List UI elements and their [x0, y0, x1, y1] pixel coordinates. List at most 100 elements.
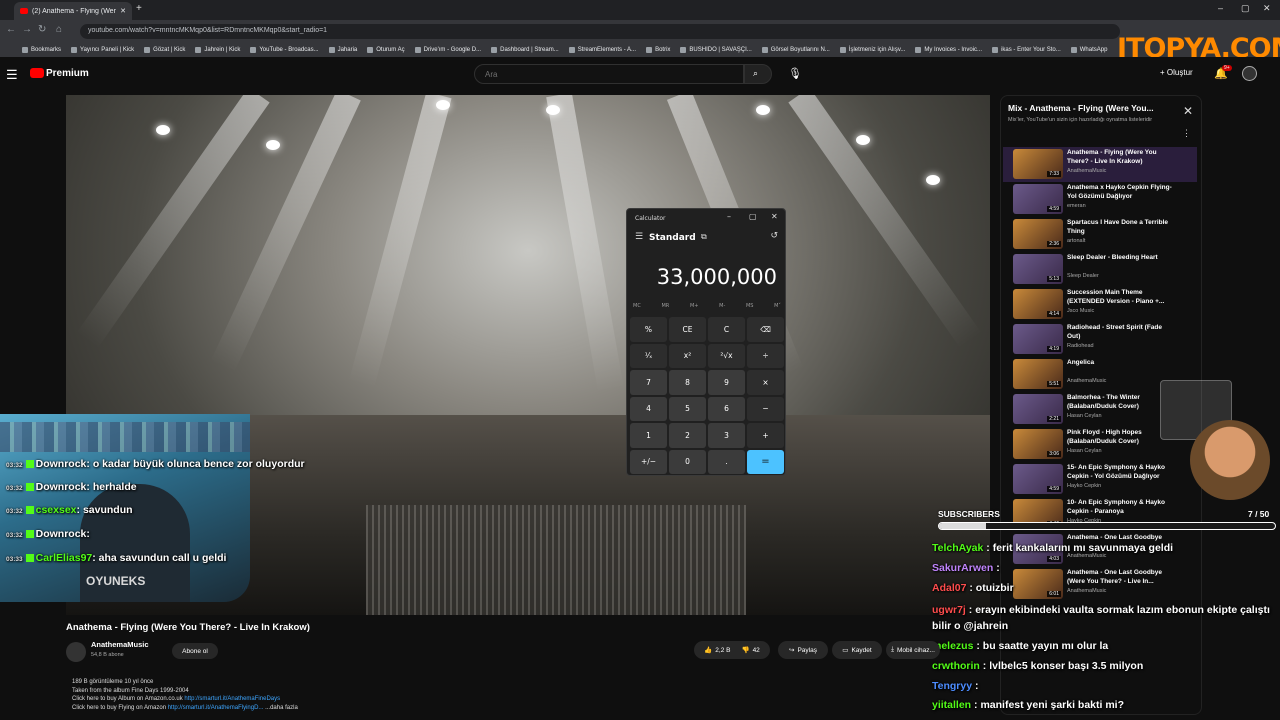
video-thumbnail[interactable]: 3:06 — [1013, 429, 1063, 459]
bookmark-item[interactable]: WhatsApp — [1070, 46, 1107, 53]
save-button[interactable]: ▭ Kaydet — [832, 641, 882, 659]
close-window-icon[interactable]: ✕ — [1263, 3, 1271, 14]
calc-key[interactable]: 8 — [669, 370, 706, 395]
bookmark-item[interactable]: Dashboard | Stream... — [491, 46, 559, 53]
calc-key[interactable]: +/− — [630, 449, 667, 474]
bookmark-item[interactable]: Oturum Aç — [367, 46, 405, 53]
equals-button[interactable]: = — [747, 449, 784, 474]
calculator-window[interactable]: Calculator – ▢ ✕ ☰ Standard ⧉ ↺ 33,000,0… — [626, 208, 786, 476]
memory-button[interactable]: MC — [633, 303, 641, 309]
video-thumbnail[interactable]: 2:36 — [1013, 219, 1063, 249]
flying-link[interactable]: http://smarturl.it/AnathemaFlyingD... — [168, 705, 264, 711]
calc-key[interactable]: % — [630, 317, 667, 342]
like-icon[interactable]: 👍 — [704, 646, 712, 654]
video-thumbnail[interactable]: 5:51 — [1013, 359, 1063, 389]
calc-key[interactable]: 0 — [669, 449, 706, 474]
forward-icon[interactable]: → — [22, 24, 32, 35]
minimize-icon[interactable]: – — [1218, 3, 1223, 13]
memory-button[interactable]: MS — [746, 303, 754, 309]
keep-on-top-icon[interactable]: ⧉ — [701, 232, 707, 242]
subscribe-button[interactable]: Abone ol — [172, 643, 218, 659]
playlist-item[interactable]: 7:33 Anathema - Flying (Were You There? -… — [1003, 147, 1197, 182]
calc-key[interactable]: + — [747, 423, 784, 448]
calc-minimize-icon[interactable]: – — [727, 212, 731, 221]
video-thumbnail[interactable]: 4:59 — [1013, 184, 1063, 214]
calc-key[interactable]: 7 — [630, 370, 667, 395]
memory-button[interactable]: M˅ — [774, 303, 781, 309]
bookmark-item[interactable]: ikas - Enter Your Sto... — [992, 46, 1061, 53]
calc-key[interactable]: x² — [669, 343, 706, 368]
download-button[interactable]: ⤓ Mobil cihaz... — [886, 641, 940, 659]
bookmark-item[interactable]: BUSHIDO | SAVAŞÇI... — [680, 46, 752, 53]
search-input[interactable]: Ara — [474, 64, 744, 84]
bookmark-item[interactable]: My Invoices - Invoic... — [915, 46, 982, 53]
video-thumbnail[interactable]: 5:13 — [1013, 254, 1063, 284]
bookmark-item[interactable]: YouTube - Broadcas... — [250, 46, 319, 53]
playlist-item[interactable]: 5:13 Sleep Dealer - Bleeding Heart Sleep D… — [1003, 252, 1197, 287]
share-button[interactable]: ↪ Paylaş — [778, 641, 828, 659]
bookmark-item[interactable]: Drive'ım - Google D... — [414, 46, 481, 53]
calc-key[interactable]: 3 — [708, 423, 745, 448]
calc-key[interactable]: 2 — [669, 423, 706, 448]
video-description[interactable]: 189 B görüntüleme 10 yıl önce Taken from… — [66, 678, 486, 720]
reload-icon[interactable]: ↻ — [38, 24, 46, 35]
bookmark-item[interactable]: Botrix — [646, 46, 670, 53]
calc-key[interactable]: 1 — [630, 423, 667, 448]
playlist-item[interactable]: 4:59 Anathema x Hayko Cepkin Flying-Yol G… — [1003, 182, 1197, 217]
bookmark-item[interactable]: Jahrein | Kick — [195, 46, 240, 53]
channel-avatar[interactable] — [66, 642, 86, 662]
show-more-link[interactable]: ...daha fazla — [265, 705, 298, 711]
home-icon[interactable]: ⌂ — [56, 24, 62, 35]
album-link[interactable]: http://smarturl.it/AnathemaFineDays — [184, 696, 280, 702]
bookmark-item[interactable]: Görsel Boyutlarını N... — [761, 46, 830, 53]
calc-maximize-icon[interactable]: ▢ — [749, 212, 757, 221]
microphone-icon[interactable]: 🎙 — [788, 67, 802, 80]
video-thumbnail[interactable]: 6:01 — [1013, 569, 1063, 599]
playlist-item[interactable]: 4:14 Succession Main Theme (EXTENDED Vers… — [1003, 287, 1197, 322]
dislike-icon[interactable]: 👎 — [741, 646, 749, 654]
avatar[interactable] — [1242, 66, 1257, 81]
calc-key[interactable]: 6 — [708, 396, 745, 421]
bookmark-item[interactable]: Yayıncı Paneli | Kick — [71, 46, 134, 53]
new-tab-icon[interactable]: + — [136, 3, 142, 14]
search-button[interactable]: ⌕ — [744, 64, 772, 84]
calc-close-icon[interactable]: ✕ — [771, 212, 778, 221]
calc-key[interactable]: C — [708, 317, 745, 342]
playlist-item[interactable]: 4:59 15- An Epic Symphony & Hayko Cepkin … — [1003, 462, 1197, 497]
bookmark-item[interactable]: Bookmarks — [22, 46, 61, 53]
close-tab-icon[interactable]: ✕ — [120, 7, 126, 15]
channel-name[interactable]: AnathemaMusic — [91, 640, 149, 649]
bookmark-item[interactable]: İşletmeniz için Alışv... — [839, 46, 905, 53]
video-thumbnail[interactable]: 4:19 — [1013, 324, 1063, 354]
youtube-logo-icon[interactable] — [30, 68, 44, 78]
bookmark-item[interactable]: StreamElements - A... — [568, 46, 636, 53]
calc-key[interactable]: ⌫ — [747, 317, 784, 342]
browser-tab[interactable]: (2) Anathema - Flying (Were Y... ✕ — [14, 2, 132, 20]
calc-key[interactable]: 5 — [669, 396, 706, 421]
playlist-item[interactable]: 4:19 Radiohead - Street Spirit (Fade Out)… — [1003, 322, 1197, 357]
calc-key[interactable]: ¹⁄ₓ — [630, 343, 667, 368]
calc-key[interactable]: ²√x — [708, 343, 745, 368]
video-thumbnail[interactable]: 4:59 — [1013, 464, 1063, 494]
calc-key[interactable]: 4 — [630, 396, 667, 421]
memory-button[interactable]: M- — [719, 303, 725, 309]
like-dislike-button[interactable]: 👍 2,2 B 👎 42 — [694, 641, 770, 659]
video-thumbnail[interactable]: 2:21 — [1013, 394, 1063, 424]
maximize-icon[interactable]: ▢ — [1241, 3, 1250, 14]
calc-key[interactable]: . — [708, 449, 745, 474]
calc-key[interactable]: CE — [669, 317, 706, 342]
calc-key[interactable]: − — [747, 396, 784, 421]
calc-key[interactable]: 9 — [708, 370, 745, 395]
bookmark-item[interactable]: Gözat | Kick — [144, 46, 185, 53]
menu-icon[interactable]: ☰ — [6, 67, 18, 83]
calc-key[interactable]: × — [747, 370, 784, 395]
youtube-premium-logo[interactable]: Premium — [46, 68, 89, 79]
video-thumbnail[interactable]: 7:33 — [1013, 149, 1063, 179]
playlist-item[interactable]: 2:36 Spartacus I Have Done a Terrible Thi… — [1003, 217, 1197, 252]
address-bar[interactable]: youtube.com/watch?v=mntncMKMqp0&list=RDm… — [80, 24, 1120, 39]
video-thumbnail[interactable]: 4:14 — [1013, 289, 1063, 319]
memory-button[interactable]: MR — [661, 303, 669, 309]
back-icon[interactable]: ← — [6, 24, 16, 35]
calc-menu-icon[interactable]: ☰ — [635, 232, 643, 242]
history-icon[interactable]: ↺ — [770, 231, 778, 241]
